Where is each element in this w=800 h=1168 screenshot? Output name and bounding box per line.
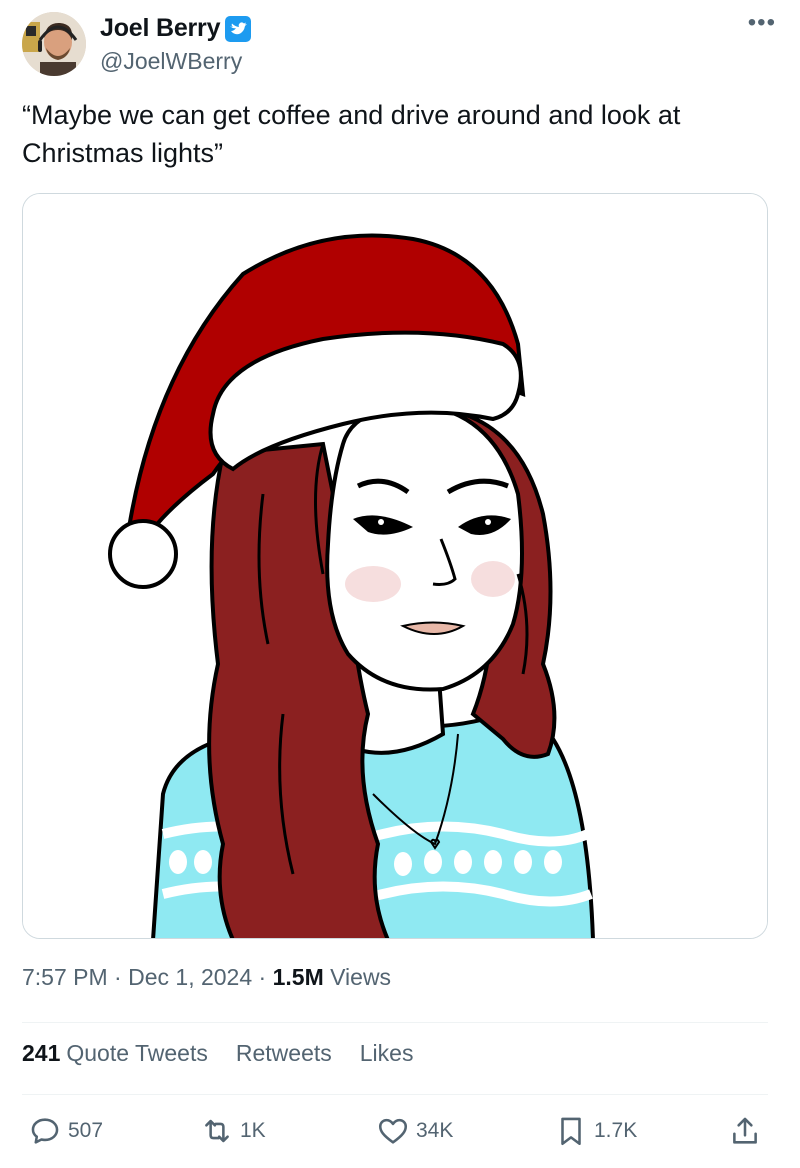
reply-count: 507 xyxy=(68,1119,104,1142)
divider xyxy=(22,1094,768,1095)
action-bar: 507 1K 34K 1.7K xyxy=(22,1114,768,1154)
bookmark-count: 1.7K xyxy=(594,1119,638,1142)
retweet-button[interactable]: 1K xyxy=(200,1114,266,1148)
more-options-button[interactable]: ••• xyxy=(748,11,776,35)
retweet-icon xyxy=(205,1119,229,1143)
display-name[interactable]: Joel Berry xyxy=(100,14,220,43)
quote-tweets-link[interactable]: 241 Quote Tweets xyxy=(22,1040,208,1067)
tweet-meta: 7:57 PM · Dec 1, 2024 · 1.5M Views xyxy=(22,964,391,991)
quote-count: 241 xyxy=(22,1040,61,1066)
meta-separator: · xyxy=(252,964,273,990)
likes-link[interactable]: Likes xyxy=(360,1040,414,1067)
cartoon-woman-santa-hat-image xyxy=(23,194,767,938)
meta-separator: · xyxy=(107,964,129,990)
heart-icon xyxy=(378,1118,408,1144)
tweet-time[interactable]: 7:57 PM xyxy=(22,964,108,990)
views-label: Views xyxy=(323,964,392,990)
reply-button[interactable]: 507 xyxy=(28,1114,103,1148)
avatar[interactable] xyxy=(22,12,86,76)
retweet-count: 1K xyxy=(240,1119,266,1142)
engagement-stats: 241 Quote Tweets Retweets Likes xyxy=(22,1040,441,1067)
tweet-header: Joel Berry @JoelWBerry ••• xyxy=(22,11,782,82)
tweet-date[interactable]: Dec 1, 2024 xyxy=(128,964,252,990)
share-icon xyxy=(733,1117,757,1144)
views-count: 1.5M xyxy=(272,964,324,990)
tweet-image[interactable] xyxy=(22,193,768,939)
tweet-text: “Maybe we can get coffee and drive aroun… xyxy=(22,100,681,168)
like-button[interactable]: 34K xyxy=(376,1114,453,1148)
bookmark-icon xyxy=(561,1117,581,1146)
divider xyxy=(22,1022,768,1023)
share-button[interactable] xyxy=(728,1114,768,1148)
like-count: 34K xyxy=(416,1119,454,1142)
user-handle[interactable]: @JoelWBerry xyxy=(100,48,242,75)
verified-badge-icon xyxy=(225,15,252,42)
retweets-link[interactable]: Retweets xyxy=(236,1040,332,1067)
reply-icon xyxy=(31,1118,59,1144)
bookmark-button[interactable]: 1.7K xyxy=(554,1114,637,1148)
quote-label: Quote Tweets xyxy=(66,1040,208,1066)
